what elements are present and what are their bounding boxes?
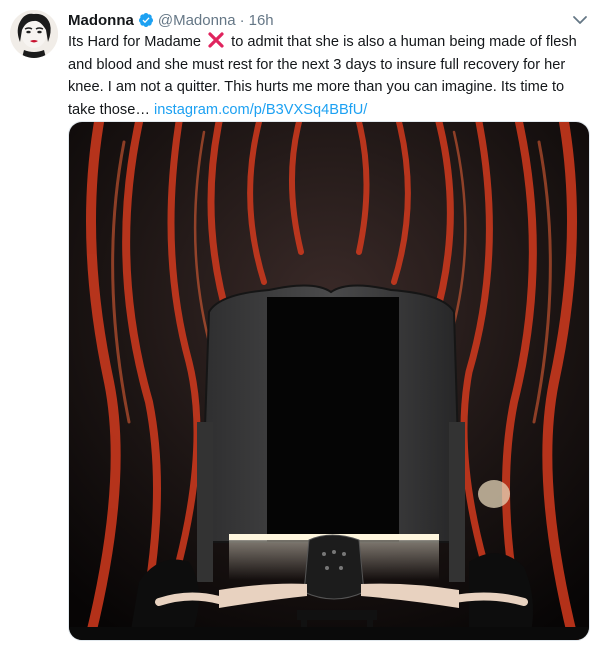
chevron-down-icon[interactable] — [572, 14, 588, 26]
tweet-timestamp[interactable]: 16h — [249, 12, 274, 29]
tweet-media-photo[interactable] — [68, 121, 590, 641]
tweet-text-part1: Its Hard for Madame — [68, 34, 202, 50]
author-name[interactable]: Madonna — [68, 12, 134, 29]
tweet[interactable]: Madonna @Madonna · 16h Its Hard for Mada… — [0, 0, 600, 652]
instagram-link[interactable]: instagram.com/p/B3VXSq4BBfU/ — [154, 102, 367, 118]
avatar-image — [10, 10, 58, 58]
author-handle[interactable]: @Madonna — [158, 12, 236, 29]
tweet-header: Madonna @Madonna · 16h — [68, 10, 274, 30]
tweet-text: Its Hard for Madame to admit that she is… — [68, 31, 588, 121]
avatar[interactable] — [10, 10, 58, 58]
stage-photo — [69, 122, 589, 640]
separator-dot: · — [239, 11, 245, 29]
verified-badge-icon — [138, 13, 153, 27]
cross-mark-emoji-icon — [208, 32, 224, 48]
